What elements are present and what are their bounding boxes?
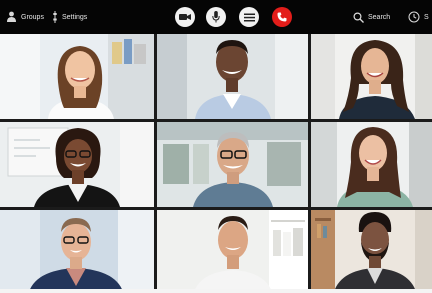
schedule-button[interactable]: S bbox=[408, 0, 429, 34]
chat-button[interactable] bbox=[239, 7, 259, 27]
groups-label: Groups bbox=[21, 13, 44, 21]
microphone-toggle-button[interactable] bbox=[206, 7, 226, 27]
microphone-icon bbox=[212, 11, 220, 23]
search-button[interactable]: Search bbox=[353, 0, 390, 34]
participant-tile-1[interactable] bbox=[0, 34, 154, 119]
search-icon bbox=[353, 11, 364, 23]
search-label: Search bbox=[368, 13, 391, 21]
video-camera-icon bbox=[179, 14, 191, 20]
participant-tile-4[interactable] bbox=[0, 122, 154, 207]
top-toolbar: Groups Settings Search S bbox=[0, 0, 432, 34]
participant-tile-6[interactable] bbox=[311, 122, 432, 207]
participant-tile-7[interactable] bbox=[0, 210, 154, 293]
settings-sliders-icon bbox=[53, 11, 57, 23]
chat-menu-icon bbox=[243, 13, 255, 21]
end-call-button[interactable] bbox=[272, 7, 292, 27]
clock-icon bbox=[408, 11, 420, 23]
participant-tile-3[interactable] bbox=[311, 34, 432, 119]
schedule-label: S bbox=[424, 13, 429, 21]
bottom-edge bbox=[0, 289, 432, 293]
settings-label: Settings bbox=[62, 13, 88, 21]
end-call-icon bbox=[277, 12, 287, 22]
participant-tile-5[interactable] bbox=[157, 122, 308, 207]
groups-icon bbox=[7, 11, 16, 22]
groups-button[interactable]: Groups bbox=[6, 0, 44, 34]
participant-grid bbox=[0, 34, 432, 293]
participant-tile-2[interactable] bbox=[157, 34, 308, 119]
settings-button[interactable]: Settings bbox=[52, 0, 87, 34]
participant-tile-9[interactable] bbox=[311, 210, 432, 293]
video-toggle-button[interactable] bbox=[175, 7, 195, 27]
participant-tile-8[interactable] bbox=[157, 210, 308, 293]
